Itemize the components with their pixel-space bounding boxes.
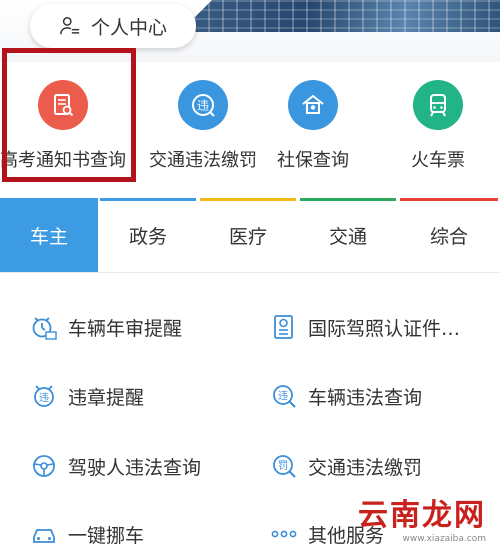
tab-accent-bar (400, 198, 498, 201)
svg-text:违: 违 (278, 390, 288, 402)
user-list-icon (60, 17, 80, 35)
tab-label: 交通 (328, 225, 367, 248)
service-label: 交通违法缴罚 (308, 456, 423, 479)
quick-item-social-security[interactable]: 社保查询 (248, 80, 378, 172)
tab-car-owner[interactable]: 车主 (0, 198, 98, 272)
steering-wheel-icon (33, 455, 55, 477)
service-label: 违章提醒 (68, 386, 145, 409)
social-security-icon (288, 80, 338, 130)
profile-center-label: 个人中心 (90, 16, 167, 39)
service-label: 车辆年审提醒 (68, 317, 183, 340)
alarm-check-icon (32, 317, 57, 340)
watermark: 云南龙网 www.xiazaiba.com (358, 490, 486, 544)
service-label: 一键挪车 (68, 524, 145, 547)
tab-accent-bar (200, 198, 296, 201)
tab-medical[interactable]: 医疗 (198, 198, 298, 272)
tab-general[interactable]: 综合 (398, 198, 500, 272)
service-label: 国际驾照认证件… (308, 317, 461, 340)
license-document-icon (274, 315, 293, 339)
train-icon (413, 80, 463, 130)
tabs-divider (0, 272, 500, 273)
tab-accent-bar (100, 198, 196, 201)
service-move-car[interactable]: 一键挪车 (30, 520, 144, 548)
tab-label: 医疗 (228, 225, 267, 248)
service-vehicle-inspection-reminder[interactable]: 车辆年审提醒 (30, 313, 182, 341)
tab-label: 政务 (128, 225, 167, 248)
quick-item-train-ticket[interactable]: 火车票 (373, 80, 500, 172)
service-violation-reminder[interactable]: 违 违章提醒 (30, 382, 144, 410)
profile-center-button[interactable]: 个人中心 (30, 4, 196, 48)
car-icon (33, 529, 55, 543)
more-dots-icon (271, 530, 297, 538)
service-driver-violation-query[interactable]: 驾驶人违法查询 (30, 452, 201, 480)
service-label: 车辆违法查询 (308, 386, 423, 409)
service-international-license[interactable]: 国际驾照认证件… (270, 313, 460, 341)
tab-accent-bar (300, 198, 396, 201)
banner-background-image (180, 0, 500, 32)
svg-text:违: 违 (197, 99, 209, 113)
service-label: 驾驶人违法查询 (68, 456, 202, 479)
quick-item-label: 社保查询 (277, 150, 349, 171)
service-traffic-fine-payment[interactable]: 罚 交通违法缴罚 (270, 452, 422, 480)
quick-item-label: 火车票 (411, 150, 465, 171)
tab-label: 综合 (429, 225, 468, 248)
tab-label: 车主 (29, 225, 68, 248)
fine-payment-icon: 罚 (273, 455, 296, 478)
alarm-violation-icon: 违 (34, 385, 54, 407)
highlight-box (2, 48, 136, 182)
tab-government[interactable]: 政务 (98, 198, 198, 272)
category-tabs: 车主 政务 医疗 交通 综合 (0, 198, 500, 272)
watermark-title: 云南龙网 (358, 498, 486, 533)
tab-traffic[interactable]: 交通 (298, 198, 398, 272)
watermark-url: www.xiazaiba.com (402, 534, 486, 544)
traffic-violation-icon: 违 (178, 80, 228, 130)
service-vehicle-violation-query[interactable]: 违 车辆违法查询 (270, 382, 422, 410)
svg-text:罚: 罚 (278, 460, 288, 472)
violation-search-icon: 违 (273, 385, 296, 408)
svg-text:违: 违 (39, 392, 49, 404)
